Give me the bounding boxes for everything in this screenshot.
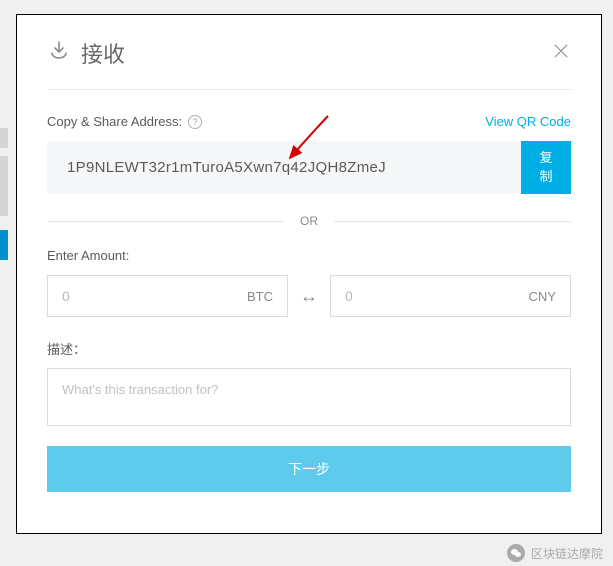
divider-line <box>47 221 284 222</box>
address-row: 1P9NLEWT32r1mTuroA5Xwn7q42JQH8ZmeJ 复 制 <box>47 141 571 194</box>
swap-icon[interactable]: ↔ <box>300 286 318 307</box>
amount-input-btc[interactable] <box>62 288 247 304</box>
modal-header: 接收 <box>17 15 601 89</box>
copy-label-2: 制 <box>539 168 552 186</box>
divider-line <box>334 221 571 222</box>
copy-label-1: 复 <box>539 149 552 167</box>
amount-field-btc[interactable]: BTC <box>47 275 288 317</box>
amount-label: Enter Amount: <box>47 248 571 263</box>
address-label-text: Copy & Share Address: <box>47 114 182 129</box>
address-display[interactable]: 1P9NLEWT32r1mTuroA5Xwn7q42JQH8ZmeJ <box>47 141 521 194</box>
amount-row: BTC ↔ CNY <box>47 275 571 317</box>
close-icon <box>551 48 571 65</box>
bg-decor <box>0 128 8 148</box>
header-left: 接收 <box>47 37 125 69</box>
modal-title: 接收 <box>81 37 125 69</box>
copy-button[interactable]: 复 制 <box>521 141 571 194</box>
wechat-icon <box>507 544 525 562</box>
description-field[interactable] <box>47 368 571 426</box>
receive-modal: 接收 Copy & Share Address: ? View QR Code … <box>16 14 602 534</box>
amount-input-cny[interactable] <box>345 288 529 304</box>
or-text: OR <box>284 214 334 228</box>
or-divider: OR <box>47 214 571 228</box>
receive-icon <box>47 39 71 68</box>
watermark: 区块链达摩院 <box>507 544 603 562</box>
description-input[interactable] <box>62 382 556 397</box>
address-label: Copy & Share Address: ? <box>47 114 202 129</box>
close-button[interactable] <box>551 41 571 66</box>
view-qr-link[interactable]: View QR Code <box>485 114 571 129</box>
description-label: 描述： <box>47 339 571 358</box>
next-button[interactable]: 下一步 <box>47 446 571 492</box>
watermark-text: 区块链达摩院 <box>531 545 603 562</box>
currency-btc: BTC <box>247 289 273 304</box>
modal-content: Copy & Share Address: ? View QR Code 1P9… <box>17 90 601 492</box>
bg-decor <box>0 156 8 216</box>
currency-cny: CNY <box>529 289 556 304</box>
bg-decor <box>0 230 8 260</box>
amount-field-cny[interactable]: CNY <box>330 275 571 317</box>
help-icon[interactable]: ? <box>188 115 202 129</box>
address-label-row: Copy & Share Address: ? View QR Code <box>47 114 571 129</box>
